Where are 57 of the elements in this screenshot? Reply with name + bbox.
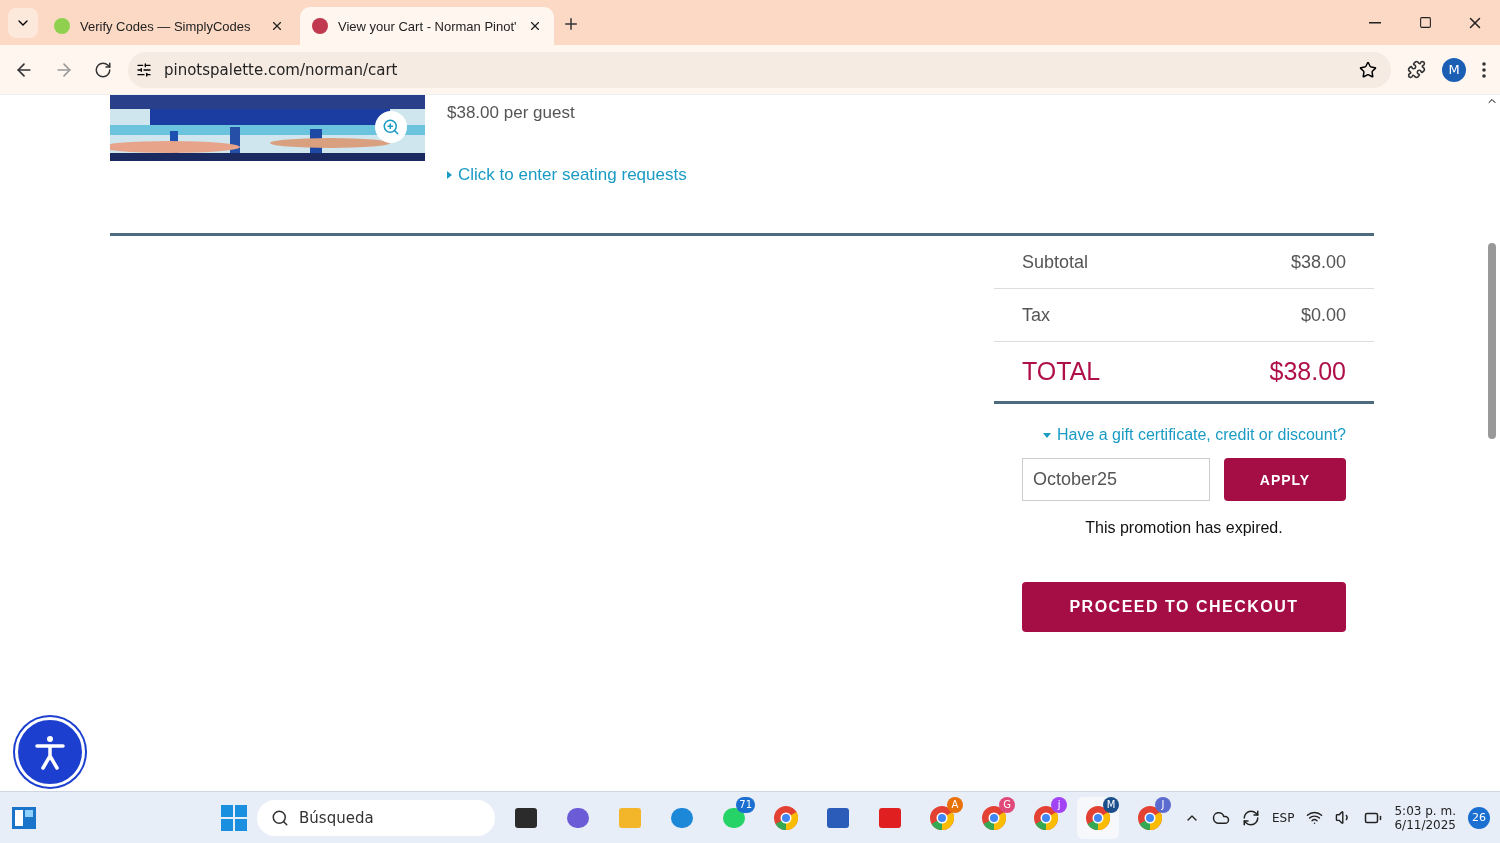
url-text: pinotspalette.com/norman/cart — [164, 60, 399, 79]
accessibility-button[interactable] — [15, 717, 85, 787]
summary-value: $0.00 — [1300, 304, 1346, 326]
menu-icon — [1482, 61, 1486, 78]
chrome-icon[interactable] — [1137, 804, 1163, 831]
clock-time[interactable]: 5:03 p. m. — [1394, 803, 1456, 818]
zoom-in-icon — [382, 118, 400, 136]
restore-icon — [1418, 16, 1432, 29]
bookmark-star-icon[interactable] — [1359, 60, 1377, 79]
start-icon[interactable] — [221, 804, 247, 831]
profile-avatar[interactable]: M — [1442, 57, 1466, 82]
chrome-icon[interactable] — [1033, 804, 1059, 831]
close-icon[interactable] — [528, 19, 542, 33]
clock-date[interactable]: 6/11/2025 — [1394, 817, 1456, 832]
promo-code-field[interactable]: October25 — [1022, 458, 1210, 501]
favicon-icon — [54, 18, 70, 34]
wifi-icon[interactable] — [1306, 809, 1324, 826]
summary-label: Subtotal — [1022, 251, 1089, 273]
tab-title: Verify Codes — SimplyCodes — [80, 18, 252, 34]
summary-value: $38.00 — [1290, 251, 1346, 273]
summary-value: $38.00 — [1269, 357, 1346, 386]
taskbar-search-field[interactable]: Búsqueda — [257, 799, 495, 836]
app-badge: G — [999, 796, 1015, 813]
app-badge: J — [1155, 796, 1171, 813]
plus-icon — [562, 15, 580, 33]
scrollbar-thumb[interactable] — [1488, 243, 1496, 439]
minimize-icon — [1369, 21, 1381, 24]
address-bar[interactable]: pinotspalette.com/norman/cart — [128, 51, 1391, 88]
summary-label: Tax — [1022, 304, 1050, 326]
app-badge: A — [947, 796, 963, 813]
summary-label: TOTAL — [1022, 357, 1101, 386]
apply-button[interactable]: APPLY — [1224, 458, 1346, 501]
checkout-button[interactable]: PROCEED TO CHECKOUT — [1022, 582, 1346, 632]
close-icon[interactable] — [270, 19, 284, 33]
browser-tab[interactable]: Verify Codes — SimplyCodes — [42, 7, 296, 45]
favicon-icon — [312, 18, 328, 34]
taskbar-app[interactable]: 71 — [713, 796, 755, 839]
language-indicator[interactable]: ESP — [1272, 810, 1295, 825]
notification-count[interactable]: 26 — [1468, 806, 1490, 829]
price-per-guest: $38.00 per guest — [447, 103, 576, 123]
sync-icon[interactable] — [1242, 808, 1261, 827]
app-badge: M — [1103, 796, 1119, 813]
reload-icon — [94, 60, 112, 79]
app-badge: 71 — [736, 796, 755, 813]
taskbar-app[interactable]: M — [1077, 796, 1119, 839]
taskbar-app[interactable]: G — [973, 796, 1015, 839]
app-badge: j — [1051, 796, 1067, 813]
puzzle-icon — [1407, 60, 1426, 79]
browser-tab[interactable]: View your Cart - Norman Pinot' — [300, 7, 554, 45]
taskbar-app[interactable]: j — [1025, 796, 1067, 839]
search-icon — [271, 808, 289, 827]
tab-title: View your Cart - Norman Pinot' — [338, 18, 518, 34]
site-info-icon[interactable] — [136, 61, 152, 78]
tab-list-button[interactable] — [8, 8, 38, 38]
chrome-icon[interactable] — [773, 804, 799, 831]
taskbar-app[interactable]: J — [1129, 796, 1171, 839]
promo-error-message: This promotion has expired. — [1084, 519, 1284, 537]
